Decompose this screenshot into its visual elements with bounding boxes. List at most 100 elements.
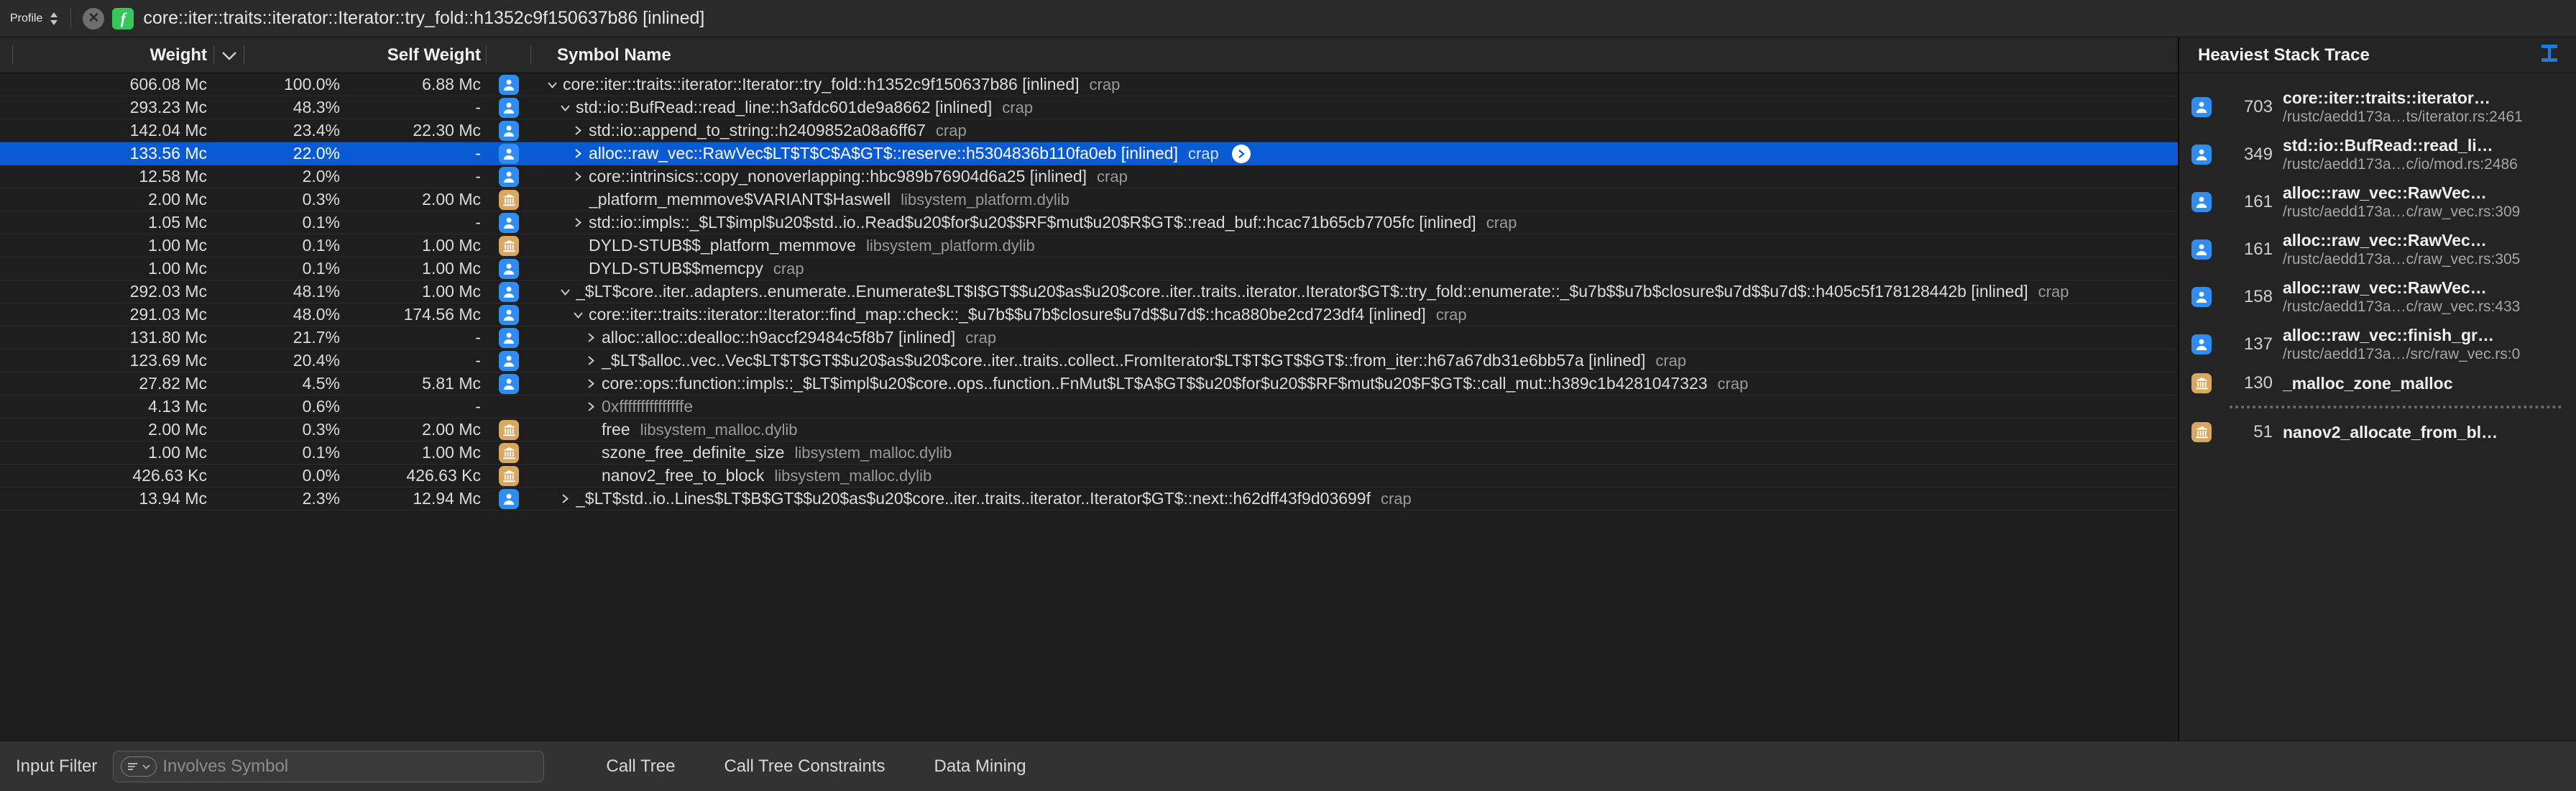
table-row[interactable]: 291.03 Mc 48.0% 174.56 Mc core::iter::trait…	[0, 303, 2178, 326]
stack-item-name: alloc::raw_vec::RawVec…	[2283, 183, 2487, 202]
stack-item-count: 130	[2243, 373, 2273, 393]
table-row[interactable]: 1.05 Mc 0.1% - std::io::impls::_$LT$impl$u2…	[0, 211, 2178, 234]
stack-trace-item[interactable]: 137 alloc::raw_vec::finish_gr…/rustc/aedd…	[2179, 321, 2576, 368]
bottom-tab-call-tree-constraints[interactable]: Call Tree Constraints	[699, 756, 909, 777]
column-header-percent[interactable]	[244, 37, 349, 73]
table-row[interactable]: 12.58 Mc 2.0% - core::intrinsics::copy_nono…	[0, 165, 2178, 188]
filter-options-icon[interactable]	[121, 756, 157, 777]
profile-popup-label[interactable]: Profile	[10, 12, 42, 25]
breadcrumb[interactable]: core::iter::traits::iterator::Iterator::…	[143, 8, 704, 29]
stack-trace-item[interactable]: 158 alloc::raw_vec::RawVec…/rustc/aedd173…	[2179, 273, 2576, 321]
cell-symbol-name[interactable]: core::iter::traits::iterator::Iterator::…	[531, 305, 2178, 324]
search-input[interactable]: Involves Symbol	[113, 750, 545, 782]
disclosure-triangle-down-icon[interactable]	[570, 311, 586, 319]
cell-symbol-name[interactable]: _$LT$std..io..Lines$LT$B$GT$$u20$as$u20$…	[531, 489, 2178, 508]
table-row[interactable]: 123.69 Mc 20.4% - _$LT$alloc..vec..Vec$LT$T…	[0, 349, 2178, 372]
stack-trace-item[interactable]: 703 core::iter::traits::iterator…/rustc/a…	[2179, 83, 2576, 131]
stack-trace-item[interactable]: 161 alloc::raw_vec::RawVec…/rustc/aedd173…	[2179, 178, 2576, 226]
table-row[interactable]: 2.00 Mc 0.3% 2.00 Mc _platform_memmove$VARI…	[0, 188, 2178, 211]
cell-symbol-name[interactable]: std::io::impls::_$LT$impl$u20$std..io..R…	[531, 213, 2178, 232]
symbol-text: alloc::alloc::dealloc::h9accf29484c5f8b7…	[602, 328, 956, 347]
cell-symbol-name[interactable]: _$LT$alloc..vec..Vec$LT$T$GT$$u20$as$u20…	[531, 351, 2178, 370]
stack-item-text: alloc::raw_vec::RawVec…/rustc/aedd173a…c…	[2283, 231, 2563, 268]
cell-percent: 48.1%	[293, 282, 340, 301]
column-header-self-weight[interactable]: Self Weight	[349, 37, 487, 73]
column-header-symbol-name[interactable]: Symbol Name	[531, 37, 2178, 73]
stack-item-icon	[2179, 373, 2224, 393]
table-row[interactable]: 131.80 Mc 21.7% - alloc::alloc::dealloc::h9…	[0, 326, 2178, 349]
cell-icon	[487, 212, 531, 233]
system-library-icon	[499, 465, 519, 486]
cell-percent: 22.0%	[293, 144, 340, 163]
disclosure-triangle-right-icon[interactable]	[570, 217, 586, 228]
cell-symbol-name[interactable]: DYLD-STUB$$memcpy crap	[531, 259, 2178, 278]
cell-percent: 0.3%	[302, 420, 340, 439]
table-row[interactable]: 133.56 Mc 22.0% - alloc::raw_vec::RawVec$LT…	[0, 142, 2178, 165]
cell-symbol-name[interactable]: DYLD-STUB$$_platform_memmove libsystem_pl…	[531, 236, 2178, 255]
cell-symbol-name[interactable]: core::intrinsics::copy_nonoverlapping::h…	[531, 167, 2178, 186]
cell-symbol-name[interactable]: alloc::raw_vec::RawVec$LT$T$C$A$GT$::res…	[531, 144, 2178, 163]
cell-symbol-name[interactable]: std::io::BufRead::read_line::h3afdc601de…	[531, 98, 2178, 117]
disclosure-triangle-right-icon[interactable]	[583, 401, 599, 412]
table-row[interactable]: 1.00 Mc 0.1% 1.00 Mc DYLD-STUB$$memcpy crap	[0, 257, 2178, 280]
cell-symbol-name[interactable]: _$LT$core..iter..adapters..enumerate..En…	[531, 282, 2178, 301]
cell-percent: 48.3%	[293, 98, 340, 116]
table-row[interactable]: 292.03 Mc 48.1% 1.00 Mc _$LT$core..iter..ad…	[0, 280, 2178, 303]
cell-symbol-name[interactable]: 0xfffffffffffffffe	[531, 397, 2178, 416]
disclosure-triangle-down-icon[interactable]	[557, 104, 573, 112]
stack-trace-item[interactable]: 51 nanov2_allocate_from_bl…	[2179, 417, 2576, 447]
cell-symbol-name[interactable]: core::ops::function::impls::_$LT$impl$u2…	[531, 374, 2178, 393]
table-row[interactable]: 1.00 Mc 0.1% 1.00 Mc szone_free_definite_si…	[0, 442, 2178, 465]
table-row[interactable]: 2.00 Mc 0.3% 2.00 Mc free libsystem_malloc.d…	[0, 419, 2178, 442]
disclosure-triangle-right-icon[interactable]	[570, 125, 586, 136]
cell-symbol-name[interactable]: nanov2_free_to_block libsystem_malloc.dyl…	[531, 466, 2178, 485]
cell-symbol-name[interactable]: free libsystem_malloc.dylib	[531, 420, 2178, 439]
table-row[interactable]: 27.82 Mc 4.5% 5.81 Mc core::ops::function::…	[0, 372, 2178, 396]
heaviest-stack-trace-pane: Heaviest Stack Trace 703 core::iter::trai…	[2179, 37, 2576, 741]
stack-trace-item[interactable]: 349 std::io::BufRead::read_li…/rustc/aedd…	[2179, 131, 2576, 178]
chevron-updown-icon[interactable]	[49, 11, 59, 27]
disclosure-triangle-right-icon[interactable]	[583, 332, 599, 343]
stack-item-text: alloc::raw_vec::finish_gr…/rustc/aedd173…	[2283, 326, 2563, 363]
close-icon[interactable]: ✕	[83, 7, 105, 29]
table-row[interactable]: 426.63 Kc 0.0% 426.63 Kc nanov2_free_to_blo…	[0, 465, 2178, 488]
cell-symbol-name[interactable]: core::iter::traits::iterator::Iterator::…	[531, 75, 2178, 94]
table-row[interactable]: 606.08 Mc 100.0% 6.88 Mc core::iter::traits…	[0, 73, 2178, 96]
bottom-tab-call-tree[interactable]: Call Tree	[581, 756, 699, 777]
disclosure-triangle-down-icon[interactable]	[544, 81, 560, 89]
symbol-text: _$LT$std..io..Lines$LT$B$GT$$u20$as$u20$…	[576, 489, 1371, 508]
cell-symbol-name[interactable]: _platform_memmove$VARIANT$Haswell libsyst…	[531, 190, 2178, 209]
disclosure-triangle-right-icon[interactable]	[570, 171, 586, 182]
focus-detail-icon[interactable]	[1231, 144, 1251, 163]
cell-weight: 1.05 Mc	[148, 213, 207, 232]
stack-trace-item[interactable]: 161 alloc::raw_vec::RawVec…/rustc/aedd173…	[2179, 226, 2576, 273]
cell-symbol-name[interactable]: alloc::alloc::dealloc::h9accf29484c5f8b7…	[531, 328, 2178, 347]
stack-trace-item[interactable]: 130 _malloc_zone_malloc	[2179, 368, 2576, 398]
table-row[interactable]: 4.13 Mc 0.6% - 0xfffffffffffffffe	[0, 396, 2178, 419]
module-name: libsystem_malloc.dylib	[794, 443, 952, 462]
collapse-icon[interactable]	[2539, 42, 2560, 68]
disclosure-triangle-right-icon[interactable]	[583, 355, 599, 366]
cell-symbol-name[interactable]: std::io::append_to_string::h2409852a08a6…	[531, 121, 2178, 140]
disclosure-triangle-right-icon[interactable]	[583, 378, 599, 389]
table-row[interactable]: 293.23 Mc 48.3% - std::io::BufRead::read_li…	[0, 96, 2178, 119]
weight-label: Weight	[150, 45, 207, 65]
disclosure-triangle-right-icon[interactable]	[570, 148, 586, 159]
disclosure-triangle-right-icon[interactable]	[557, 493, 573, 504]
stack-item-name: alloc::raw_vec::RawVec…	[2283, 231, 2487, 250]
symbol-text: szone_free_definite_size	[602, 443, 785, 462]
symbol-text: DYLD-STUB$$_platform_memmove	[589, 236, 856, 255]
table-row[interactable]: 142.04 Mc 23.4% 22.30 Mc std::io::append_to…	[0, 119, 2178, 142]
cell-self-weight: -	[475, 167, 481, 186]
table-row[interactable]: 13.94 Mc 2.3% 12.94 Mc _$LT$std..io..Lines$…	[0, 488, 2178, 511]
disclosure-triangle-down-icon[interactable]	[557, 288, 573, 296]
column-header-weight[interactable]: Weight	[13, 37, 214, 73]
table-row[interactable]: 1.00 Mc 0.1% 1.00 Mc DYLD-STUB$$_platform_m…	[0, 234, 2178, 257]
cell-icon	[487, 74, 531, 95]
bottom-tab-data-mining[interactable]: Data Mining	[910, 756, 1051, 777]
stack-item-icon	[2179, 239, 2224, 260]
sort-chevron-down-icon[interactable]	[214, 37, 244, 73]
cell-self-weight: -	[475, 351, 481, 370]
cell-self-weight: 12.94 Mc	[413, 489, 481, 508]
cell-symbol-name[interactable]: szone_free_definite_size libsystem_malloc…	[531, 443, 2178, 462]
